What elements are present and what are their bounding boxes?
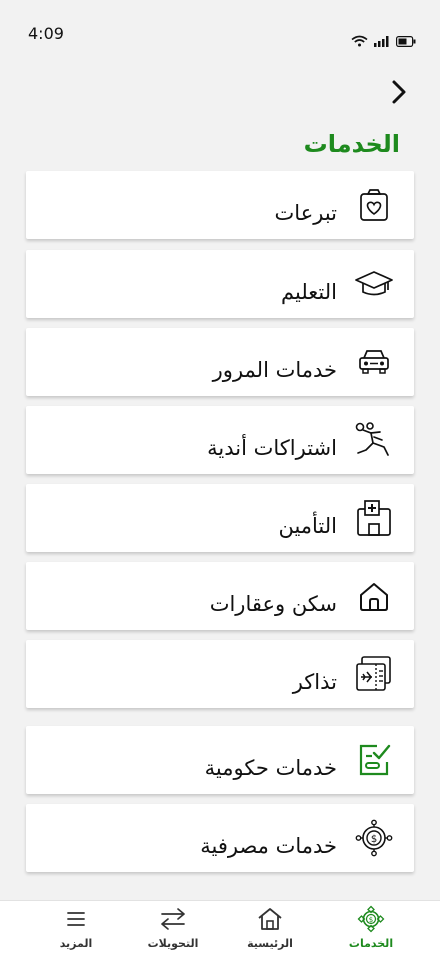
- signal-icon: [374, 32, 390, 51]
- nav-label: الخدمات: [348, 937, 394, 950]
- service-label: التأمين: [278, 514, 337, 538]
- service-label: خدمات حكومية: [204, 756, 337, 780]
- page-title: الخدمات: [303, 130, 400, 158]
- status-bar: 4:09: [0, 0, 440, 60]
- service-item-traffic[interactable]: خدمات المرور: [26, 328, 414, 396]
- nav-services[interactable]: $ الخدمات: [326, 905, 416, 955]
- tickets-icon: [354, 654, 394, 694]
- services-coin-icon: $: [326, 905, 416, 933]
- status-icons: [351, 32, 416, 51]
- service-item-clubs[interactable]: اشتراكات أندية: [26, 406, 414, 474]
- service-item-tickets[interactable]: تذاكر: [26, 640, 414, 708]
- wifi-icon: [351, 32, 368, 51]
- bottom-nav: $ الخدمات الرئيسية التحويلات المزيد: [0, 900, 440, 957]
- car-icon: [354, 342, 394, 382]
- svg-text:$: $: [369, 916, 373, 924]
- service-item-insurance[interactable]: التأمين: [26, 484, 414, 552]
- home-icon: [354, 576, 394, 616]
- service-label: تبرعات: [274, 201, 337, 225]
- status-time: 4:09: [28, 24, 64, 43]
- service-item-government[interactable]: خدمات حكومية: [26, 726, 414, 794]
- battery-icon: [396, 32, 416, 51]
- service-label: خدمات المرور: [212, 358, 337, 382]
- service-label: خدمات مصرفية: [200, 834, 337, 858]
- menu-icon: [31, 905, 121, 933]
- service-label: اشتراكات أندية: [207, 436, 337, 460]
- hospital-icon: [354, 498, 394, 538]
- nav-transfers[interactable]: التحويلات: [128, 905, 218, 955]
- government-checklist-icon: [354, 740, 394, 780]
- service-label: التعليم: [281, 280, 337, 304]
- service-item-housing[interactable]: سكن وعقارات: [26, 562, 414, 630]
- banking-coin-icon: $: [354, 818, 394, 858]
- service-label: سكن وعقارات: [209, 592, 337, 616]
- transfer-arrows-icon: [128, 905, 218, 933]
- back-button[interactable]: [384, 78, 414, 110]
- nav-label: التحويلات: [147, 937, 199, 950]
- service-item-education[interactable]: التعليم: [26, 250, 414, 318]
- donation-box-icon: [354, 185, 394, 225]
- nav-home[interactable]: الرئيسية: [225, 905, 315, 955]
- service-item-banking[interactable]: $ خدمات مصرفية: [26, 804, 414, 872]
- service-label: تذاكر: [292, 670, 337, 694]
- sports-player-icon: [354, 420, 394, 460]
- nav-label: المزيد: [59, 937, 93, 950]
- nav-more[interactable]: المزيد: [31, 905, 121, 955]
- home-icon: [225, 905, 315, 933]
- chevron-right-icon: [391, 79, 407, 109]
- service-item-donations[interactable]: تبرعات: [26, 171, 414, 239]
- svg-text:$: $: [371, 834, 377, 845]
- nav-label: الرئيسية: [247, 937, 293, 950]
- graduation-cap-icon: [354, 264, 394, 304]
